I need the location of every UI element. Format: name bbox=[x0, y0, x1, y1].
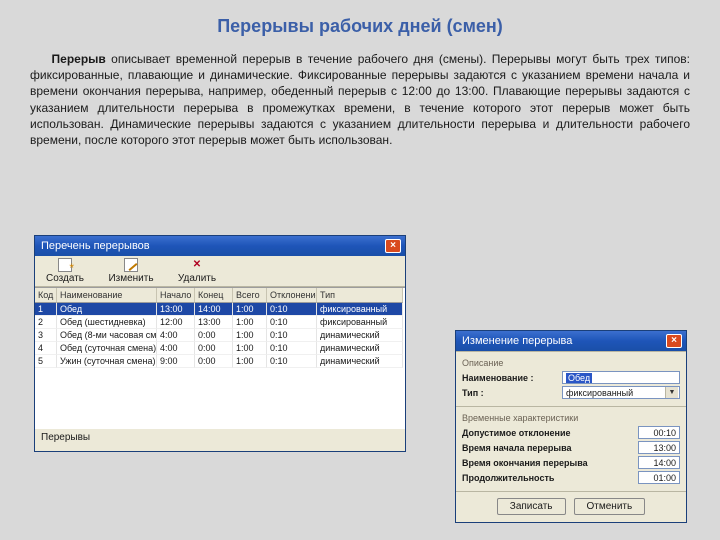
group-description: Описание Наименование : Обед Тип : фикси… bbox=[456, 351, 686, 406]
cell: 4 bbox=[35, 342, 57, 355]
grid-header: КодНаименованиеНачалоКонецВсегоОтклонени… bbox=[35, 288, 405, 303]
delete-icon: ✕ bbox=[190, 258, 204, 272]
para-lead: Перерыв bbox=[52, 52, 106, 66]
close-icon[interactable]: × bbox=[385, 239, 401, 253]
name-label: Наименование : bbox=[462, 373, 534, 383]
cell: 0:10 bbox=[267, 355, 317, 368]
close-icon[interactable]: × bbox=[666, 334, 682, 348]
cell: Обед bbox=[57, 303, 157, 316]
name-field[interactable]: Обед bbox=[562, 371, 680, 384]
cell: 9:00 bbox=[157, 355, 195, 368]
cell: 0:00 bbox=[195, 355, 233, 368]
cell: 0:10 bbox=[267, 316, 317, 329]
type-value: фиксированный bbox=[566, 388, 633, 398]
cell: 1:00 bbox=[233, 329, 267, 342]
group-time: Временные характеристики Допустимое откл… bbox=[456, 406, 686, 491]
deviation-label: Допустимое отклонение bbox=[462, 428, 571, 438]
cell: 1:00 bbox=[233, 342, 267, 355]
cell: фиксированный bbox=[317, 303, 403, 316]
cell: 1:00 bbox=[233, 355, 267, 368]
column-header[interactable]: Наименование bbox=[57, 288, 157, 303]
duration-field[interactable]: 01:00 bbox=[638, 471, 680, 484]
cell: 1:00 bbox=[233, 316, 267, 329]
table-row[interactable]: 5Ужин (суточная смена)9:000:001:000:10ди… bbox=[35, 355, 405, 368]
button-row: Записать Отменить bbox=[456, 491, 686, 522]
cell: Обед (суточная смена) bbox=[57, 342, 157, 355]
cell: 1:00 bbox=[233, 303, 267, 316]
breaks-list-window: Перечень перерывов × Создать Изменить ✕ … bbox=[34, 235, 406, 452]
table-row[interactable]: 3Обед (8-ми часовая смена)4:000:001:000:… bbox=[35, 329, 405, 342]
toolbar: Создать Изменить ✕ Удалить bbox=[35, 256, 405, 287]
type-combo[interactable]: фиксированный ▼ bbox=[562, 386, 680, 399]
end-label: Время окончания перерыва bbox=[462, 458, 588, 468]
cell: 0:00 bbox=[195, 342, 233, 355]
cell: Обед (шестидневка) bbox=[57, 316, 157, 329]
table-row[interactable]: 4Обед (суточная смена)4:000:001:000:10ди… bbox=[35, 342, 405, 355]
page-title: Перерывы рабочих дней (смен) bbox=[30, 16, 690, 37]
status-bar: Перерывы bbox=[35, 428, 405, 447]
start-label: Время начала перерыва bbox=[462, 443, 572, 453]
description-paragraph: Перерыв описывает временной перерыв в те… bbox=[30, 51, 690, 148]
cancel-button[interactable]: Отменить bbox=[574, 498, 646, 515]
breaks-grid[interactable]: КодНаименованиеНачалоКонецВсегоОтклонени… bbox=[35, 287, 405, 428]
cell: 12:00 bbox=[157, 316, 195, 329]
cell: фиксированный bbox=[317, 316, 403, 329]
cell: 1 bbox=[35, 303, 57, 316]
column-header[interactable]: Отклонение bbox=[267, 288, 317, 303]
cell: 4:00 bbox=[157, 329, 195, 342]
edit-break-dialog: Изменение перерыва × Описание Наименован… bbox=[455, 330, 687, 523]
cell: 0:00 bbox=[195, 329, 233, 342]
column-header[interactable]: Код bbox=[35, 288, 57, 303]
column-header[interactable]: Тип bbox=[317, 288, 403, 303]
duration-label: Продолжительность bbox=[462, 473, 554, 483]
edit-icon bbox=[124, 258, 138, 272]
cell: динамический bbox=[317, 342, 403, 355]
window-title: Перечень перерывов bbox=[41, 236, 150, 256]
delete-label: Удалить bbox=[178, 273, 216, 284]
chevron-down-icon: ▼ bbox=[665, 387, 678, 398]
cell: 3 bbox=[35, 329, 57, 342]
column-header[interactable]: Конец bbox=[195, 288, 233, 303]
cell: 5 bbox=[35, 355, 57, 368]
column-header[interactable]: Всего bbox=[233, 288, 267, 303]
cell: динамический bbox=[317, 329, 403, 342]
delete-button[interactable]: ✕ Удалить bbox=[173, 258, 221, 284]
group-title: Временные характеристики bbox=[462, 413, 680, 423]
table-row[interactable]: 1Обед13:0014:001:000:10фиксированный bbox=[35, 303, 405, 316]
cell: Ужин (суточная смена) bbox=[57, 355, 157, 368]
cell: 0:10 bbox=[267, 342, 317, 355]
group-title: Описание bbox=[462, 358, 680, 368]
edit-label: Изменить bbox=[108, 273, 153, 284]
titlebar[interactable]: Изменение перерыва × bbox=[456, 331, 686, 351]
save-button[interactable]: Записать bbox=[497, 498, 566, 515]
create-button[interactable]: Создать bbox=[41, 258, 89, 284]
start-field[interactable]: 13:00 bbox=[638, 441, 680, 454]
table-row[interactable]: 2Обед (шестидневка)12:0013:001:000:10фик… bbox=[35, 316, 405, 329]
cell: Обед (8-ми часовая смена) bbox=[57, 329, 157, 342]
cell: 4:00 bbox=[157, 342, 195, 355]
para-body: описывает временной перерыв в течение ра… bbox=[30, 52, 690, 147]
cell: 2 bbox=[35, 316, 57, 329]
column-header[interactable]: Начало bbox=[157, 288, 195, 303]
titlebar[interactable]: Перечень перерывов × bbox=[35, 236, 405, 256]
new-icon bbox=[58, 258, 72, 272]
end-field[interactable]: 14:00 bbox=[638, 456, 680, 469]
cell: 0:10 bbox=[267, 303, 317, 316]
cell: динамический bbox=[317, 355, 403, 368]
create-label: Создать bbox=[46, 273, 84, 284]
cell: 0:10 bbox=[267, 329, 317, 342]
cell: 13:00 bbox=[157, 303, 195, 316]
cell: 13:00 bbox=[195, 316, 233, 329]
edit-button[interactable]: Изменить bbox=[107, 258, 155, 284]
window-title: Изменение перерыва bbox=[462, 331, 572, 351]
deviation-field[interactable]: 00:10 bbox=[638, 426, 680, 439]
cell: 14:00 bbox=[195, 303, 233, 316]
type-label: Тип : bbox=[462, 388, 484, 398]
